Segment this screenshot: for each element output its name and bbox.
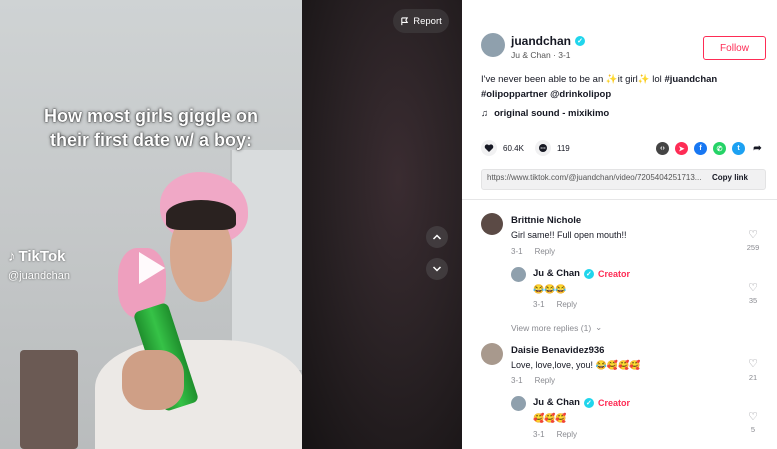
mention-link[interactable]: @drinkolipop [550, 89, 611, 100]
video-caption: How most girls giggle on their first dat… [43, 106, 258, 150]
heart-icon [481, 140, 497, 156]
next-video-button[interactable] [426, 258, 448, 280]
tiktok-logo-icon: ♪ [8, 248, 16, 265]
reply-button[interactable]: Reply [535, 247, 555, 256]
author-username[interactable]: juandchan ✓ [511, 34, 586, 48]
author-nickname-date: Ju & Chan · 3-1 [511, 50, 571, 60]
chevron-down-icon [432, 266, 442, 272]
comment-icon [535, 140, 551, 156]
comment-date: 3-1 [511, 376, 523, 385]
reply-avatar[interactable] [511, 267, 526, 282]
comment-button[interactable]: 119 [535, 140, 570, 156]
reply-text: 😂😂😂 [533, 284, 567, 294]
tiktok-watermark: ♪ TikTok [8, 248, 66, 265]
commenter-name[interactable]: Brittnie Nichole [511, 215, 581, 226]
video-blurred-background [302, 0, 462, 449]
hashtag-link[interactable]: #olipoppartner [481, 89, 548, 100]
comment-text: Girl same!! Full open mouth!! [511, 230, 627, 240]
twitter-icon[interactable]: t [732, 142, 745, 155]
person-hand [122, 350, 184, 410]
copy-link-button[interactable]: Copy link [712, 173, 748, 182]
background-door [230, 150, 302, 370]
reply-author[interactable]: Ju & Chan ✓ Creator [533, 268, 630, 279]
chevron-up-icon [432, 234, 442, 240]
divider [462, 199, 777, 200]
send-icon[interactable]: ➤ [675, 142, 688, 155]
commenter-avatar[interactable] [481, 343, 503, 365]
chevron-down-icon: ⌄ [595, 322, 603, 332]
reply-button[interactable]: Reply [535, 376, 555, 385]
hashtag-link[interactable]: #juandchan [664, 74, 717, 85]
follow-button[interactable]: Follow [703, 36, 766, 60]
reply-avatar[interactable] [511, 396, 526, 411]
person-hair [166, 200, 236, 230]
video-frame[interactable]: How most girls giggle on their first dat… [0, 0, 302, 449]
comment-meta: 3-1 Reply [511, 376, 555, 385]
video-player[interactable]: How most girls giggle on their first dat… [0, 0, 462, 449]
comment-count: 119 [557, 143, 570, 153]
previous-video-button[interactable] [426, 226, 448, 248]
comment-like-count: 259 [746, 243, 760, 252]
creator-badge: Creator [597, 268, 630, 279]
author-avatar[interactable] [481, 33, 505, 57]
details-panel [462, 0, 777, 449]
sound-link[interactable]: ♫ original sound - mixikimo [481, 108, 609, 119]
watermark-username: @juandchan [8, 270, 70, 282]
reply-button[interactable]: Reply [557, 300, 577, 309]
flag-icon [401, 16, 409, 25]
play-icon[interactable] [139, 252, 165, 284]
comment-like-icon[interactable]: ♡ [747, 357, 759, 370]
comment-date: 3-1 [511, 247, 523, 256]
comment-meta: 3-1 Reply [511, 247, 555, 256]
verified-icon: ✓ [583, 397, 594, 408]
reply-date: 3-1 [533, 430, 545, 439]
reply-text: 🥰🥰🥰 [533, 413, 567, 423]
commenter-name[interactable]: Daisie Benavidez936 [511, 345, 604, 356]
reply-like-count: 5 [750, 425, 756, 434]
like-count: 60.4K [503, 143, 524, 153]
reply-meta: 3-1 Reply [533, 430, 577, 439]
video-link-url[interactable]: https://www.tiktok.com/@juandchan/video/… [487, 173, 709, 182]
comment-text: Love, love,love, you! 😂🥰🥰🥰 [511, 360, 641, 370]
reply-like-count: 35 [748, 296, 758, 305]
comment-like-icon[interactable]: ♡ [747, 228, 759, 241]
background-suitcase [20, 350, 78, 449]
facebook-icon[interactable]: f [694, 142, 707, 155]
share-arrow-icon[interactable]: ➦ [751, 142, 764, 155]
reply-date: 3-1 [533, 300, 545, 309]
commenter-avatar[interactable] [481, 213, 503, 235]
reply-author[interactable]: Ju & Chan ✓ Creator [533, 397, 630, 408]
embed-icon[interactable]: ‹› [656, 142, 669, 155]
reply-like-icon[interactable]: ♡ [747, 410, 759, 423]
creator-badge: Creator [597, 397, 630, 408]
reply-like-icon[interactable]: ♡ [747, 281, 759, 294]
reply-meta: 3-1 Reply [533, 300, 577, 309]
music-note-icon: ♫ [481, 108, 489, 119]
verified-icon: ✓ [575, 36, 586, 46]
reply-button[interactable]: Reply [557, 430, 577, 439]
comment-like-count: 21 [748, 373, 758, 382]
report-button[interactable]: Report [393, 9, 449, 33]
view-more-replies-button[interactable]: View more replies (1) ⌄ [511, 322, 602, 333]
whatsapp-icon[interactable]: ✆ [713, 142, 726, 155]
verified-icon: ✓ [583, 268, 594, 279]
like-button[interactable]: 60.4K [481, 140, 524, 156]
video-description: I've never been able to be an ✨it girl✨ … [481, 74, 718, 100]
